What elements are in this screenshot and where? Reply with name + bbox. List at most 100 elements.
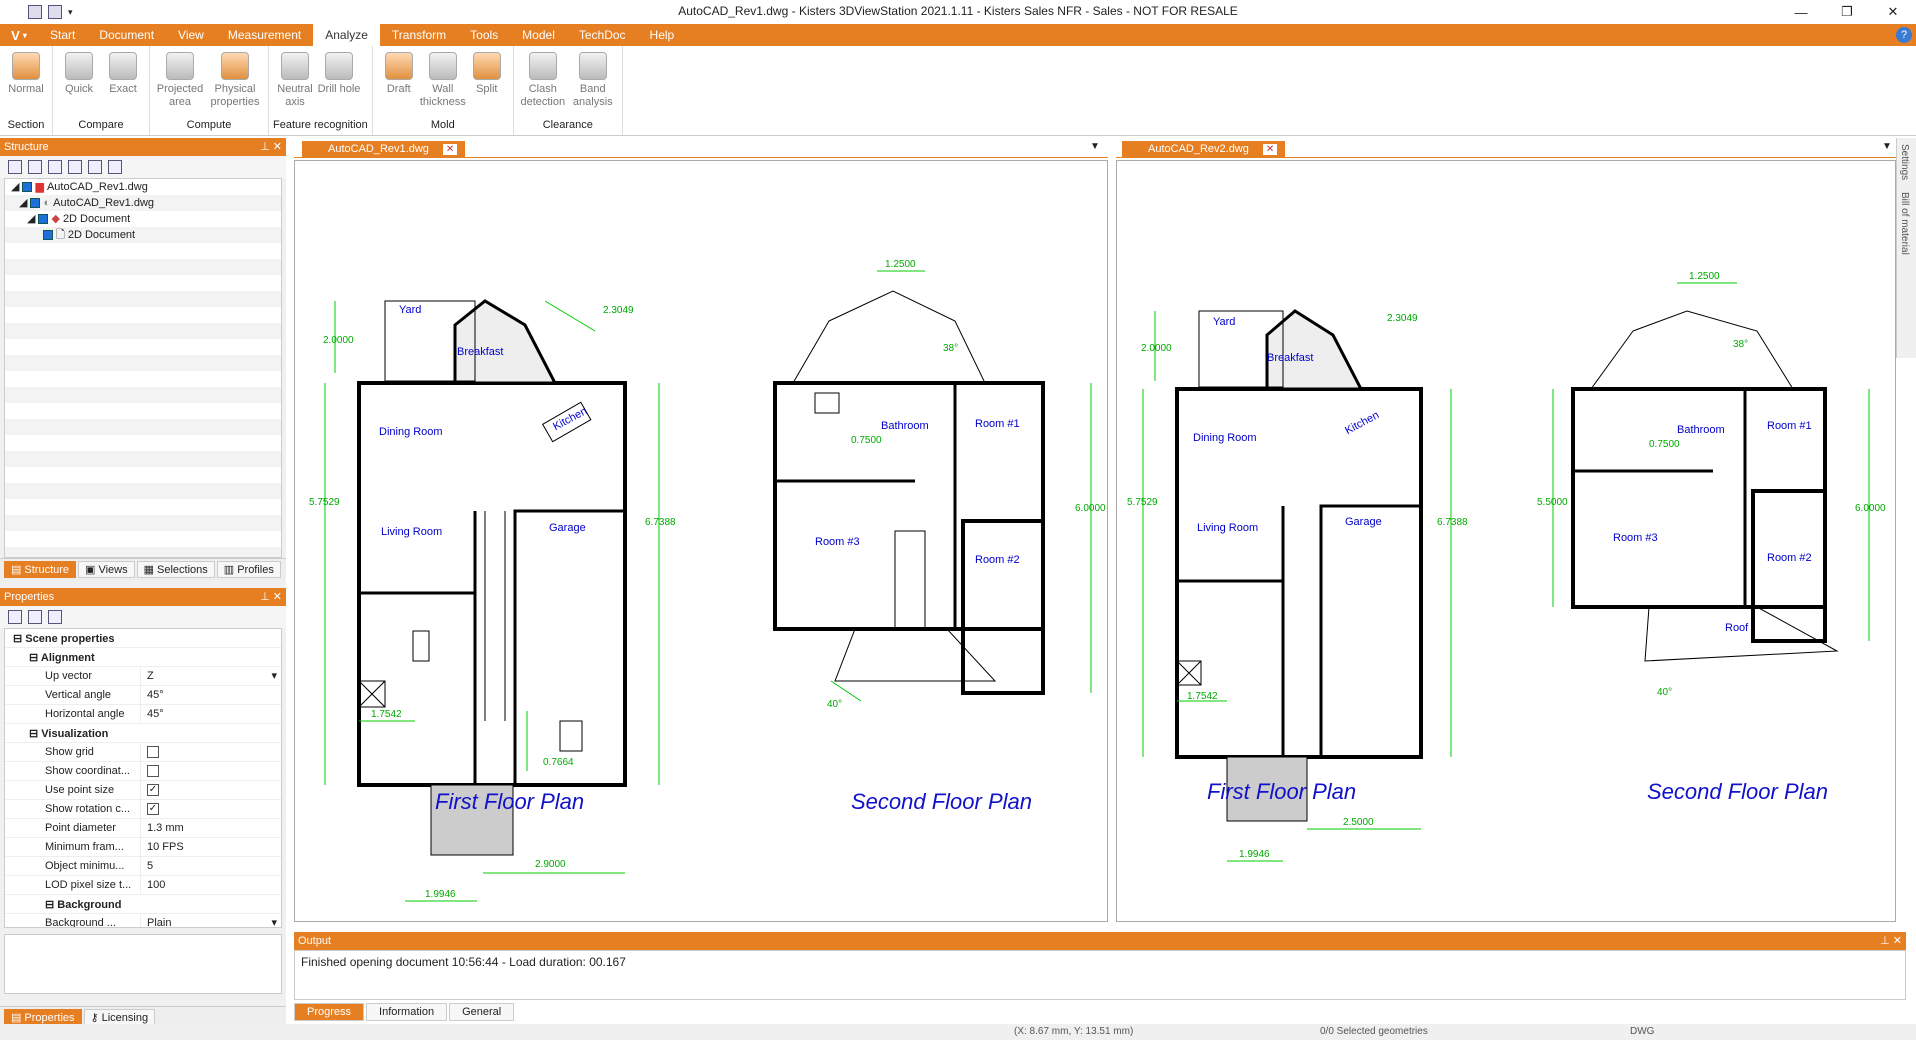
draft-button[interactable]: Draft	[377, 46, 421, 96]
expand-all-icon[interactable]	[8, 160, 22, 174]
filter-icon[interactable]	[48, 610, 62, 624]
tab-views[interactable]: ▣ Views	[78, 561, 135, 578]
close-tab-icon[interactable]: ✕	[1262, 144, 1278, 155]
props-tool-icon-2[interactable]	[28, 610, 42, 624]
ribbon-group-section: Normal Section	[0, 46, 53, 135]
save-as-icon[interactable]	[48, 5, 62, 19]
projected-area-button[interactable]: Projected area	[154, 46, 206, 109]
prop-up-vector[interactable]: Up vector Z ▾	[5, 666, 281, 686]
panel-pin-close-icon[interactable]: ⊥ ✕	[260, 138, 282, 156]
clash-detection-button[interactable]: Clash detection	[518, 46, 568, 109]
exact-compare-button[interactable]: Exact	[101, 46, 145, 96]
doc2-dropdown-icon[interactable]: ▼	[1882, 141, 1892, 152]
prop-point-diameter[interactable]: Point diameter 1.3 mm	[5, 818, 281, 838]
physical-properties-button[interactable]: Physical properties	[206, 46, 264, 109]
prop-object-minimum[interactable]: Object minimu... 5	[5, 856, 281, 876]
menu-measurement[interactable]: Measurement	[216, 24, 313, 46]
section-background[interactable]: ⊟ Background	[5, 895, 281, 914]
save-icon[interactable]	[28, 5, 42, 19]
prop-use-point-size[interactable]: Use point size ✓	[5, 780, 281, 800]
maximize-button[interactable]: ❐	[1824, 0, 1870, 24]
use-point-size-checkbox[interactable]: ✓	[147, 783, 159, 796]
clash-detection-icon	[528, 52, 557, 80]
tree-node-root[interactable]: ◢ ▆ AutoCAD_Rev1.dwg	[5, 179, 281, 195]
dropdown-icon[interactable]: ▾	[271, 667, 277, 686]
tab-information[interactable]: Information	[366, 1003, 448, 1021]
collapse-all-icon[interactable]	[28, 160, 42, 174]
prop-lod-pixel-size[interactable]: LOD pixel size t... 100	[5, 875, 281, 895]
help-icon[interactable]: ?	[1896, 27, 1912, 43]
panel-pin-close-icon[interactable]: ⊥ ✕	[260, 588, 282, 606]
props-tool-icon-1[interactable]	[8, 610, 22, 624]
prop-horizontal-angle[interactable]: Horizontal angle 45°	[5, 704, 281, 724]
close-tab-icon[interactable]: ✕	[442, 144, 458, 155]
show-coordinates-checkbox[interactable]	[147, 764, 159, 777]
tab-general[interactable]: General	[449, 1003, 515, 1021]
tree-node-2d-document-child[interactable]: 🗋 2D Document	[5, 227, 281, 243]
tab-profiles[interactable]: ▥ Profiles	[216, 561, 281, 578]
section-alignment[interactable]: ⊟ Alignment	[5, 648, 281, 667]
neutral-axis-button[interactable]: Neutral axis	[273, 46, 317, 109]
drawing-canvas-rev1[interactable]: Yard Breakfast Kitchen Dining Room Livin…	[295, 161, 1107, 921]
document-icon: ◆	[51, 213, 60, 225]
prop-show-coordinates[interactable]: Show coordinat...	[5, 761, 281, 781]
ribbon-group-compare: Quick Exact Compare	[53, 46, 150, 135]
prop-vertical-angle[interactable]: Vertical angle 45°	[5, 685, 281, 705]
structure-tree: ◢ ▆ AutoCAD_Rev1.dwg ◢ ◐ AutoCAD_Rev1.dwg ◢ ◆…	[4, 178, 282, 558]
show-rotation-checkbox[interactable]: ✓	[147, 802, 159, 815]
quick-access-dropdown-icon[interactable]: ▾	[68, 7, 73, 18]
doc1-dropdown-icon[interactable]: ▼	[1090, 141, 1100, 152]
band-analysis-button[interactable]: Band analysis	[568, 46, 618, 109]
tree-node-2d-document[interactable]: ◢ ◆ 2D Document	[5, 211, 281, 227]
first-floor-plan-title-rev2: First Floor Plan	[1207, 779, 1356, 804]
app-menu-button[interactable]: V ▾	[0, 24, 38, 46]
menu-help[interactable]: Help	[638, 24, 687, 46]
menu-document[interactable]: Document	[87, 24, 166, 46]
split-button[interactable]: Split	[465, 46, 509, 96]
minimize-button[interactable]: —	[1778, 0, 1824, 24]
section-scene-properties[interactable]: ⊟ Scene properties	[5, 629, 281, 648]
prop-show-rotation[interactable]: Show rotation c... ✓	[5, 799, 281, 819]
collapse-icon[interactable]	[68, 160, 82, 174]
menu-techdoc[interactable]: TechDoc	[567, 24, 638, 46]
label-roof: Roof	[1725, 622, 1749, 634]
dropdown-icon[interactable]: ▾	[271, 914, 277, 928]
menu-tools[interactable]: Tools	[458, 24, 510, 46]
tab-selections[interactable]: ▦ Selections	[136, 561, 215, 578]
menu-analyze[interactable]: Analyze	[313, 24, 380, 46]
section-visualization[interactable]: ⊟ Visualization	[5, 724, 281, 743]
bill-of-material-tab[interactable]: Bill of material	[1897, 186, 1912, 261]
tab-progress[interactable]: Progress	[294, 1003, 365, 1021]
wall-thickness-button[interactable]: Wall thickness	[420, 46, 466, 109]
visibility-checkbox[interactable]	[43, 230, 53, 240]
prop-show-grid[interactable]: Show grid	[5, 742, 281, 762]
menu-view[interactable]: View	[166, 24, 216, 46]
normal-section-button[interactable]: Normal	[4, 46, 48, 96]
doc-tab-rev1[interactable]: AutoCAD_Rev1.dwg ✕	[302, 141, 466, 158]
ribbon-group-compute: Projected area Physical properties Compu…	[150, 46, 269, 135]
visibility-checkbox[interactable]	[38, 214, 49, 224]
show-grid-checkbox[interactable]	[147, 745, 159, 758]
panel-pin-close-icon[interactable]: ⊥ ✕	[1880, 932, 1902, 950]
drill-hole-button[interactable]: Drill hole	[317, 46, 361, 96]
quick-compare-button[interactable]: Quick	[57, 46, 101, 96]
document-viewport-rev1[interactable]: Yard Breakfast Kitchen Dining Room Livin…	[294, 160, 1108, 922]
visibility-checkbox[interactable]	[22, 182, 33, 192]
structure-options-icon[interactable]	[108, 160, 122, 174]
prop-background-type[interactable]: Background ... Plain ▾	[5, 913, 281, 928]
prop-minimum-frame-rate[interactable]: Minimum fram... 10 FPS	[5, 837, 281, 857]
tab-structure[interactable]: ▤ Structure	[4, 561, 77, 578]
doc-tab-rev2[interactable]: AutoCAD_Rev2.dwg ✕	[1122, 141, 1286, 158]
menu-start[interactable]: Start	[38, 24, 87, 46]
menu-model[interactable]: Model	[510, 24, 567, 46]
menu-transform[interactable]: Transform	[380, 24, 458, 46]
document-viewport-rev2[interactable]: Yard Breakfast Kitchen Dining Room Livin…	[1116, 160, 1896, 922]
left-panel: Structure ⊥ ✕ ◢ ▆ AutoCAD_Rev1.dwg ◢ ◐ AutoCA…	[0, 138, 286, 1028]
close-button[interactable]: ✕	[1870, 0, 1916, 24]
expand-icon[interactable]	[48, 160, 62, 174]
settings-tab[interactable]: Settings	[1897, 138, 1912, 186]
drawing-canvas-rev2[interactable]: Yard Breakfast Kitchen Dining Room Livin…	[1117, 161, 1895, 921]
expand-level-icon[interactable]	[88, 160, 102, 174]
visibility-checkbox[interactable]	[30, 198, 41, 208]
tree-node-file[interactable]: ◢ ◐ AutoCAD_Rev1.dwg	[5, 195, 281, 211]
